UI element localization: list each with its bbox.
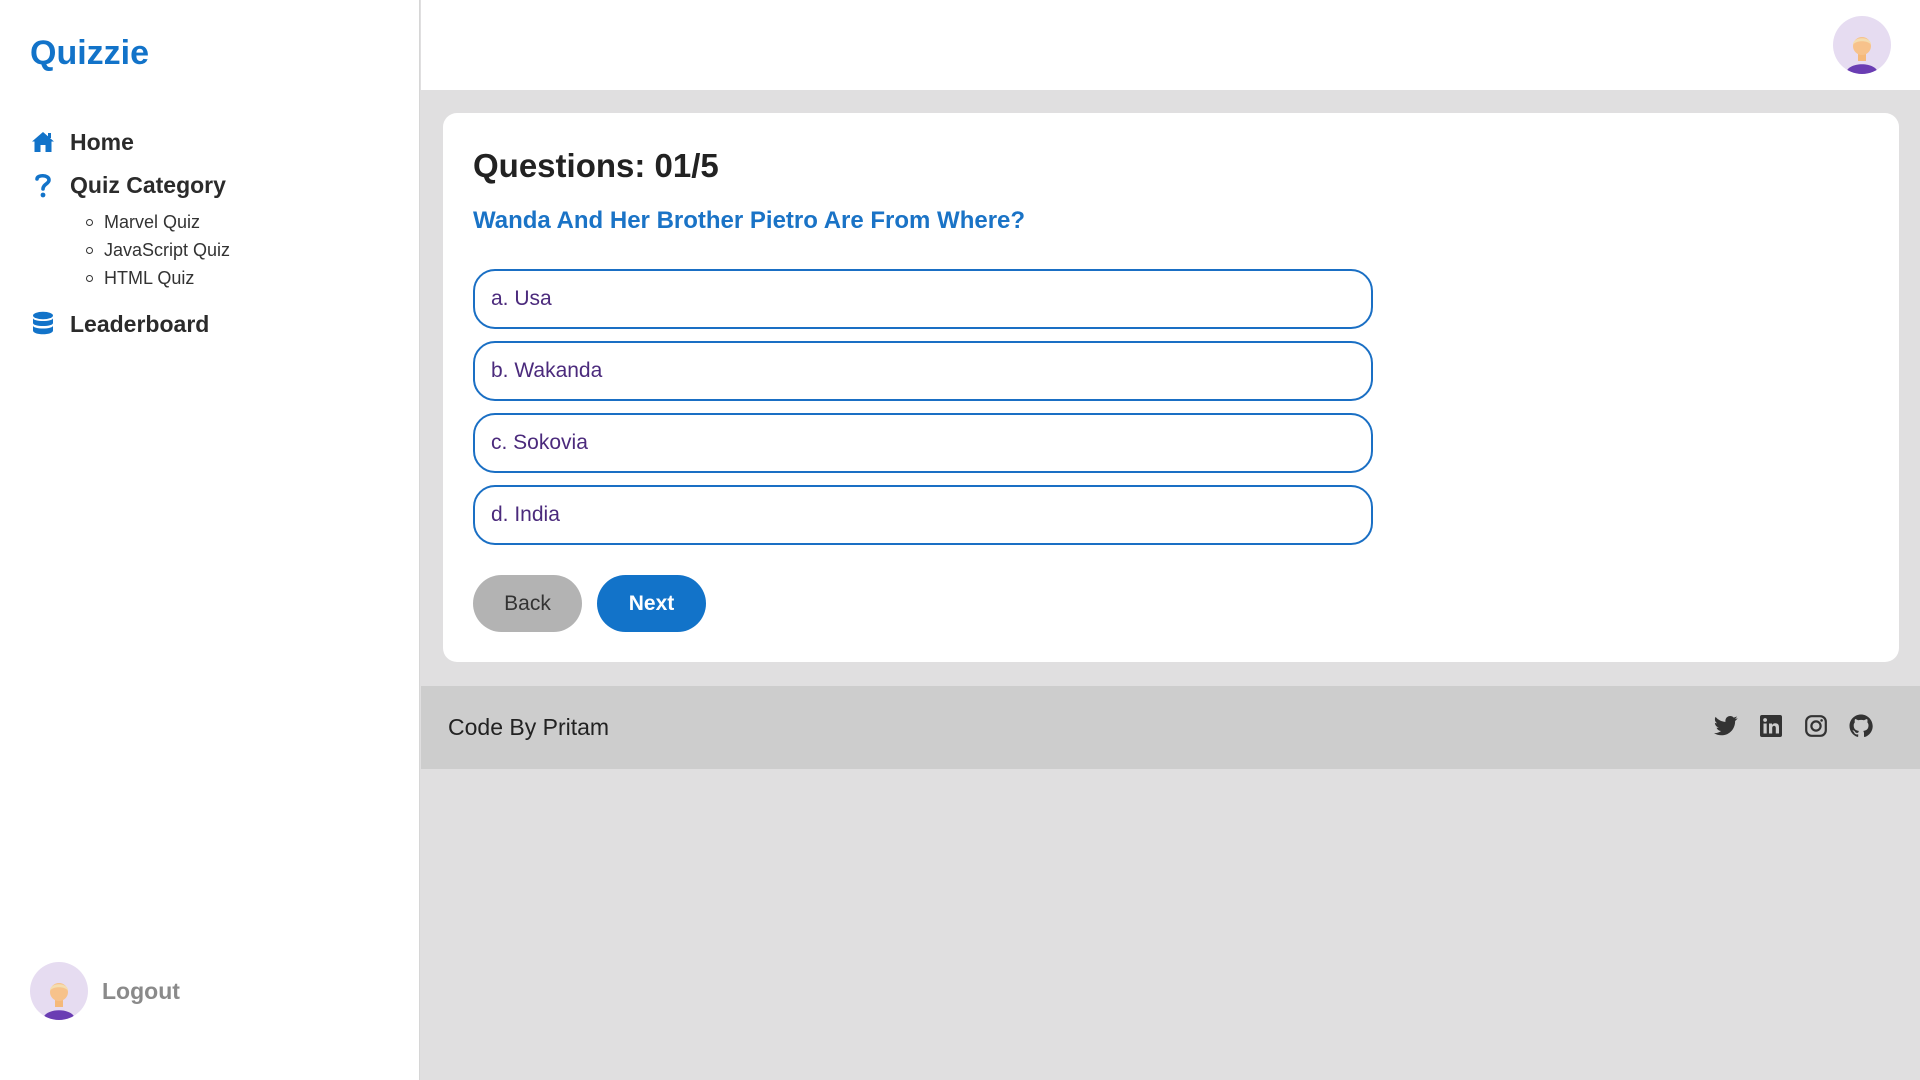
instagram-icon[interactable]	[1803, 713, 1829, 739]
sidebar-item-leaderboard[interactable]: Leaderboard	[30, 304, 400, 344]
social-links	[1694, 713, 1874, 739]
user-avatar[interactable]	[1833, 16, 1891, 74]
logout-label: Logout	[102, 977, 180, 1004]
logout-button[interactable]: Logout	[30, 962, 180, 1020]
linkedin-icon[interactable]	[1758, 713, 1784, 739]
sidebar-nav: Home Quiz Category Marvel Quiz JavaScrip…	[30, 122, 400, 347]
answer-option-b[interactable]: b. Wakanda	[473, 341, 1373, 401]
question-text: Wanda And Her Brother Pietro Are From Wh…	[473, 207, 1026, 234]
sidebar-item-quiz-category[interactable]: Quiz Category	[30, 165, 400, 205]
sidebar-item-label: Quiz Category	[70, 171, 226, 198]
sidebar-item-home[interactable]: Home	[30, 122, 400, 162]
footer: Code By Pritam	[421, 686, 1920, 769]
github-icon[interactable]	[1848, 713, 1874, 739]
top-header	[421, 0, 1920, 90]
answer-options: a. Usa b. Wakanda c. Sokovia d. India	[473, 269, 1373, 557]
quiz-card: Questions: 01/5 Wanda And Her Brother Pi…	[443, 113, 1899, 662]
brand-logo[interactable]: Quizzie	[30, 34, 149, 73]
database-icon	[30, 311, 56, 337]
sidebar-item-label: Leaderboard	[70, 310, 210, 337]
home-icon	[30, 129, 56, 155]
back-button[interactable]: Back	[473, 575, 582, 632]
quiz-category-submenu: Marvel Quiz JavaScript Quiz HTML Quiz	[86, 208, 400, 292]
question-counter: Questions: 01/5	[473, 147, 719, 184]
quiz-navigation: Back Next	[473, 575, 706, 632]
subnav-item-javascript-quiz[interactable]: JavaScript Quiz	[86, 236, 400, 264]
question-icon	[30, 172, 56, 198]
twitter-icon[interactable]	[1713, 713, 1739, 739]
footer-credit: Code By Pritam	[448, 714, 610, 740]
avatar	[30, 962, 88, 1020]
answer-option-a[interactable]: a. Usa	[473, 269, 1373, 329]
subnav-item-html-quiz[interactable]: HTML Quiz	[86, 264, 400, 292]
sidebar: Quizzie Home Quiz Category Marvel Quiz J…	[0, 0, 420, 1080]
answer-option-c[interactable]: c. Sokovia	[473, 413, 1373, 473]
subnav-item-marvel-quiz[interactable]: Marvel Quiz	[86, 208, 400, 236]
sidebar-item-label: Home	[70, 128, 134, 155]
answer-option-d[interactable]: d. India	[473, 485, 1373, 545]
next-button[interactable]: Next	[597, 575, 706, 632]
